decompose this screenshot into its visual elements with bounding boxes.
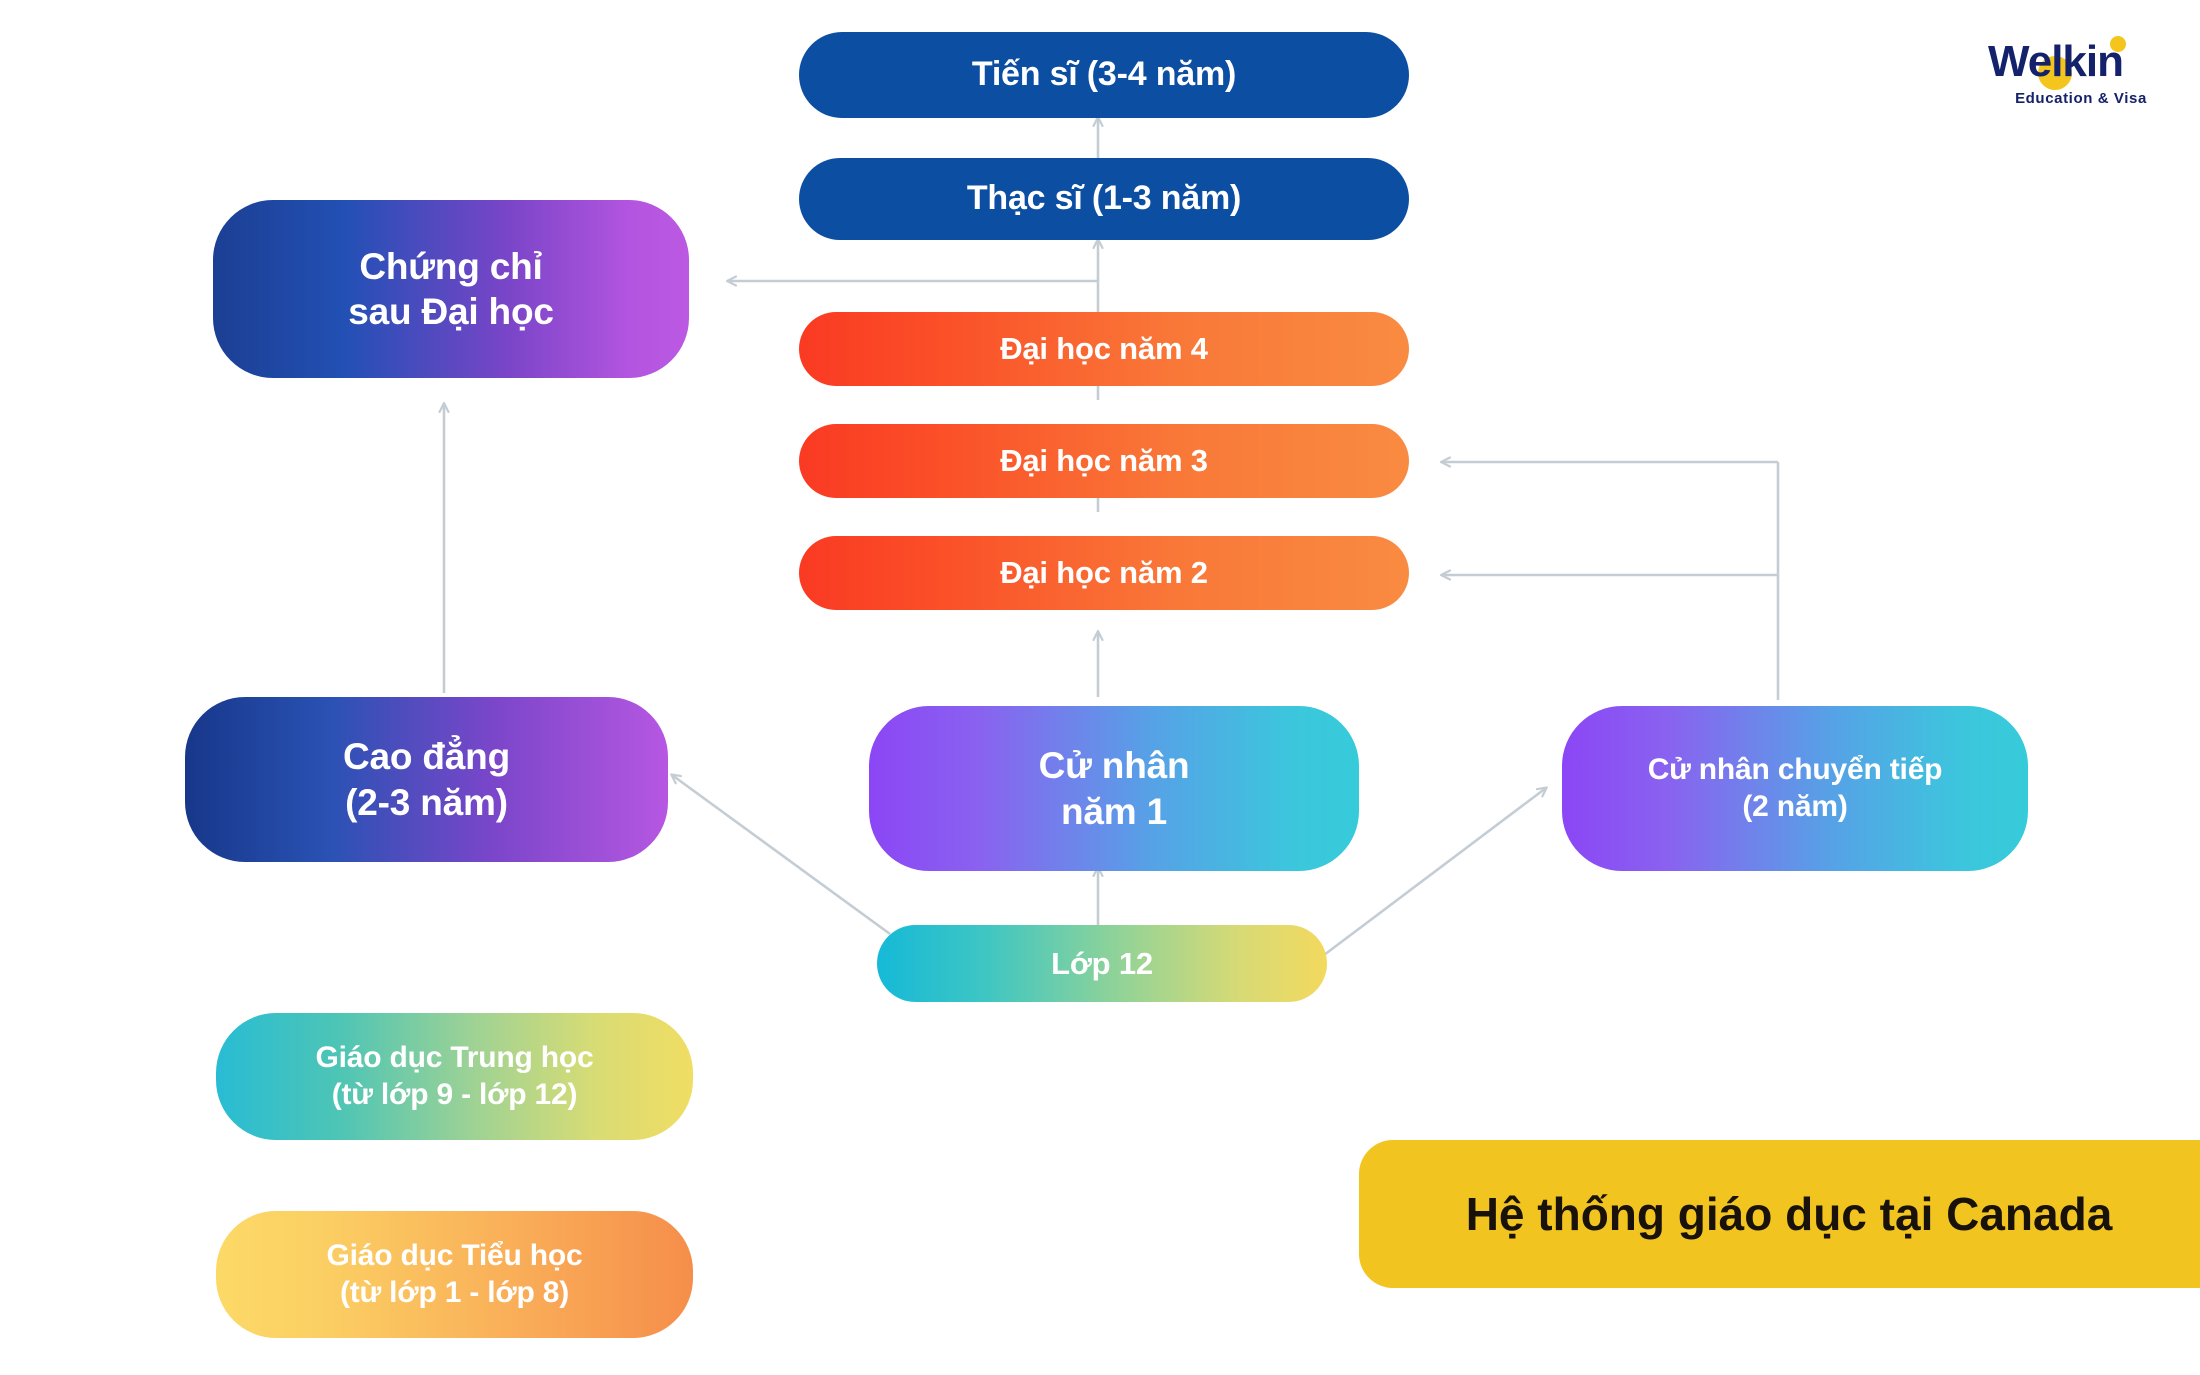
node-transfer[interactable]: Cử nhân chuyển tiếp (2 năm) [1562, 706, 2028, 871]
node-grade12[interactable]: Lớp 12 [877, 925, 1327, 1002]
node-postgrad[interactable]: Chứng chỉ sau Đại học [213, 200, 689, 378]
brand-tagline: Education & Visa [2015, 90, 2147, 107]
node-primary[interactable]: Giáo dục Tiểu học (từ lớp 1 - lớp 8) [216, 1211, 693, 1338]
brand-logo: Welkin Education & Visa [1988, 36, 2174, 107]
title-banner: Hệ thống giáo dục tại Canada [1359, 1140, 2200, 1288]
node-uni4[interactable]: Đại học năm 4 [799, 312, 1409, 386]
infographic-canvas: Tiến sĩ (3-4 năm) Thạc sĩ (1-3 năm) Chứn… [0, 0, 2200, 1375]
node-doctorate[interactable]: Tiến sĩ (3-4 năm) [799, 32, 1409, 118]
node-uni3[interactable]: Đại học năm 3 [799, 424, 1409, 498]
brand-name: Welkin [1988, 37, 2124, 86]
node-college[interactable]: Cao đẳng (2-3 năm) [185, 697, 668, 862]
node-masters[interactable]: Thạc sĩ (1-3 năm) [799, 158, 1409, 240]
node-bachelor1[interactable]: Cử nhân năm 1 [869, 706, 1359, 871]
node-secondary[interactable]: Giáo dục Trung học (từ lớp 9 - lớp 12) [216, 1013, 693, 1140]
node-uni2[interactable]: Đại học năm 2 [799, 536, 1409, 610]
edge-grade12-college [672, 775, 891, 936]
